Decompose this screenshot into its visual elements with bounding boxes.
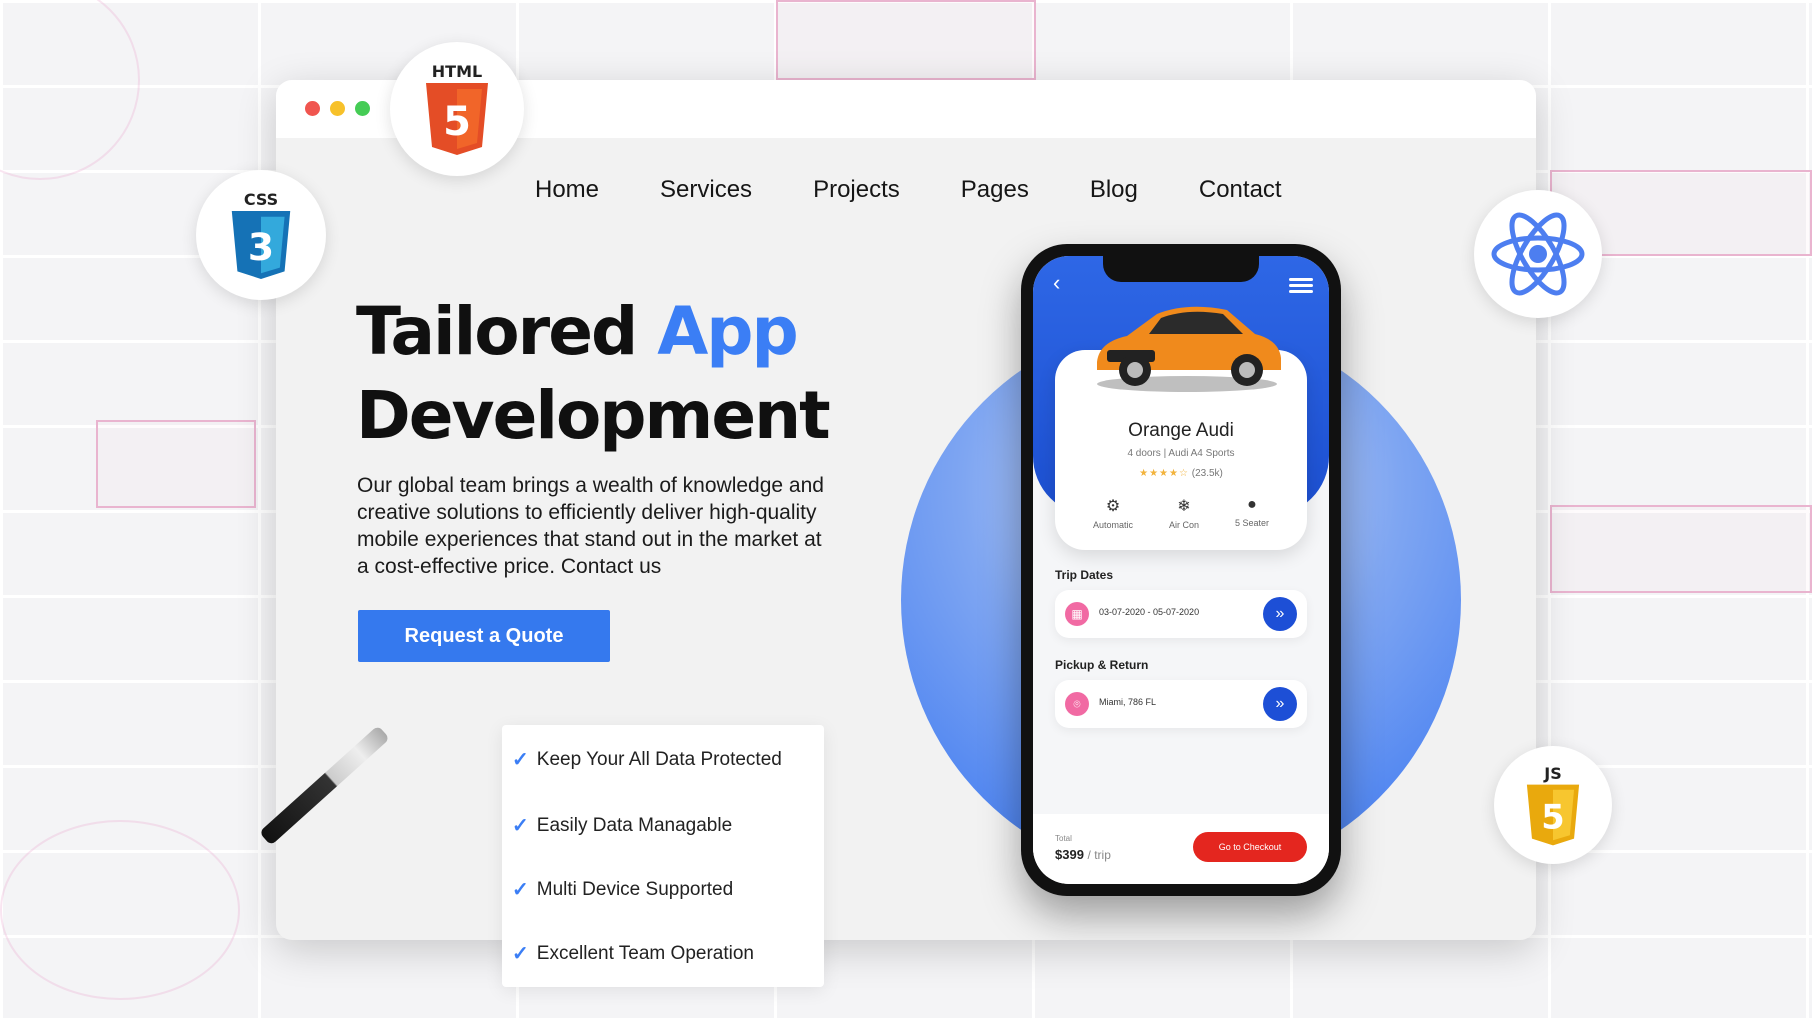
car-rating: ★★★★☆ (23.5k): [1055, 468, 1307, 479]
car-subtitle: 4 doors | Audi A4 Sports: [1127, 448, 1235, 459]
pickup-value: Miami, 786 FL: [1099, 697, 1157, 707]
html-label: HTML: [431, 61, 483, 81]
nav-home[interactable]: Home: [535, 176, 599, 204]
hero-title-part2: Development: [356, 377, 831, 454]
feature-seater: ● 5 Seater: [1235, 496, 1269, 530]
feature-text: Keep Your All Data Protected: [536, 748, 782, 770]
checkout-bar: Total $399 / trip Go to Checkout: [1033, 814, 1329, 884]
hero-title-part1: Tailored: [356, 293, 638, 370]
js-shield-icon: 5: [1526, 784, 1580, 845]
car-card: Orange Audi 4 doors | Audi A4 Sports ★★★…: [1055, 306, 1307, 550]
rating-stars: ★★★★☆: [1139, 468, 1189, 479]
snowflake-icon: ❄: [1177, 498, 1191, 515]
feature-text: Easily Data Managable: [536, 814, 733, 836]
css3-shield-icon: 3: [231, 210, 291, 279]
svg-text:3: 3: [248, 225, 274, 269]
html5-badge: HTML 5: [390, 42, 524, 176]
background-decoration: [96, 420, 256, 508]
car-features: ⚙ Automatic ❄ Air Con ● 5 Seater: [1055, 496, 1307, 530]
nav-blog[interactable]: Blog: [1090, 176, 1138, 204]
request-quote-button[interactable]: Request a Quote: [358, 610, 610, 662]
feature-aircon: ❄ Air Con: [1169, 496, 1199, 530]
trip-dates-value: 03-07-2020 - 05-07-2020: [1099, 607, 1200, 617]
phone-screen: ‹ Orange Audi 4 doors | Audi A4 Sports ★…: [1033, 256, 1329, 884]
hero-title-accent: App: [657, 293, 799, 370]
svg-text:5: 5: [443, 99, 471, 145]
feature-label: Automatic: [1092, 520, 1134, 530]
calendar-icon: ▦: [1065, 602, 1089, 626]
hero-description: Our global team brings a wealth of knowl…: [357, 474, 824, 578]
react-badge: [1474, 190, 1602, 318]
feature-item: ✓ Multi Device Supported: [512, 877, 733, 902]
react-atom-icon: [1491, 212, 1585, 296]
feature-item: ✓ Excellent Team Operation: [512, 941, 754, 966]
features-card: ✓ Keep Your All Data Protected ✓ Easily …: [502, 725, 824, 987]
pickup-return-label: Pickup & Return: [1055, 658, 1149, 672]
trip-dates-label: Trip Dates: [1055, 568, 1114, 582]
car-image: [1097, 306, 1281, 392]
css-label: CSS: [243, 189, 279, 209]
nav-services[interactable]: Services: [660, 176, 752, 204]
total-per-trip: / trip: [1087, 848, 1111, 862]
location-pin-icon: ⌾: [1065, 692, 1089, 716]
svg-text:5: 5: [1541, 797, 1564, 836]
css3-badge: CSS 3: [196, 170, 326, 300]
back-arrow-icon[interactable]: ‹: [1053, 270, 1060, 296]
gear-icon: ⚙: [1105, 498, 1121, 515]
trip-dates-row[interactable]: ▦ 03-07-2020 - 05-07-2020 »: [1055, 590, 1307, 638]
phone-notch: [1103, 256, 1259, 282]
js-label: JS: [1544, 763, 1562, 783]
feature-item: ✓ Keep Your All Data Protected: [512, 747, 782, 772]
rating-count: (23.5k): [1191, 468, 1223, 479]
check-icon: ✓: [512, 879, 529, 901]
feature-label: 5 Seater: [1234, 518, 1269, 528]
nav-pages[interactable]: Pages: [961, 176, 1029, 204]
feature-text: Excellent Team Operation: [536, 942, 754, 964]
main-nav: Home Services Projects Pages Blog Contac…: [535, 176, 1282, 204]
js-badge: JS 5: [1494, 746, 1612, 864]
checkout-button[interactable]: Go to Checkout: [1193, 832, 1307, 862]
check-icon: ✓: [512, 749, 529, 771]
total-price: $399: [1055, 847, 1084, 862]
hero-title: Tailored App Development: [356, 290, 916, 458]
html5-shield-icon: 5: [426, 82, 488, 155]
minimize-window-button[interactable]: [330, 101, 345, 116]
nav-projects[interactable]: Projects: [813, 176, 900, 204]
car-name: Orange Audi: [1128, 420, 1234, 441]
phone-mockup: ‹ Orange Audi 4 doors | Audi A4 Sports ★…: [1021, 244, 1341, 896]
hamburger-menu-icon[interactable]: [1289, 278, 1313, 293]
nav-contact[interactable]: Contact: [1199, 176, 1282, 204]
feature-automatic: ⚙ Automatic: [1093, 496, 1133, 530]
check-icon: ✓: [512, 943, 529, 965]
maximize-window-button[interactable]: [355, 101, 370, 116]
feature-text: Multi Device Supported: [536, 878, 734, 900]
check-icon: ✓: [512, 815, 529, 837]
person-icon: ●: [1247, 496, 1257, 513]
feature-item: ✓ Easily Data Managable: [512, 813, 732, 838]
background-decoration: [0, 820, 240, 1000]
background-decoration: [1550, 505, 1812, 593]
pickup-next-button[interactable]: »: [1263, 687, 1297, 721]
feature-label: Air Con: [1168, 520, 1199, 530]
pickup-return-row[interactable]: ⌾ Miami, 786 FL »: [1055, 680, 1307, 728]
browser-window: Home Services Projects Pages Blog Contac…: [276, 80, 1536, 940]
background-decoration: [776, 0, 1036, 80]
total-value: $399 / trip: [1055, 847, 1111, 862]
trip-dates-next-button[interactable]: »: [1263, 597, 1297, 631]
close-window-button[interactable]: [305, 101, 320, 116]
total-label: Total: [1055, 834, 1072, 843]
